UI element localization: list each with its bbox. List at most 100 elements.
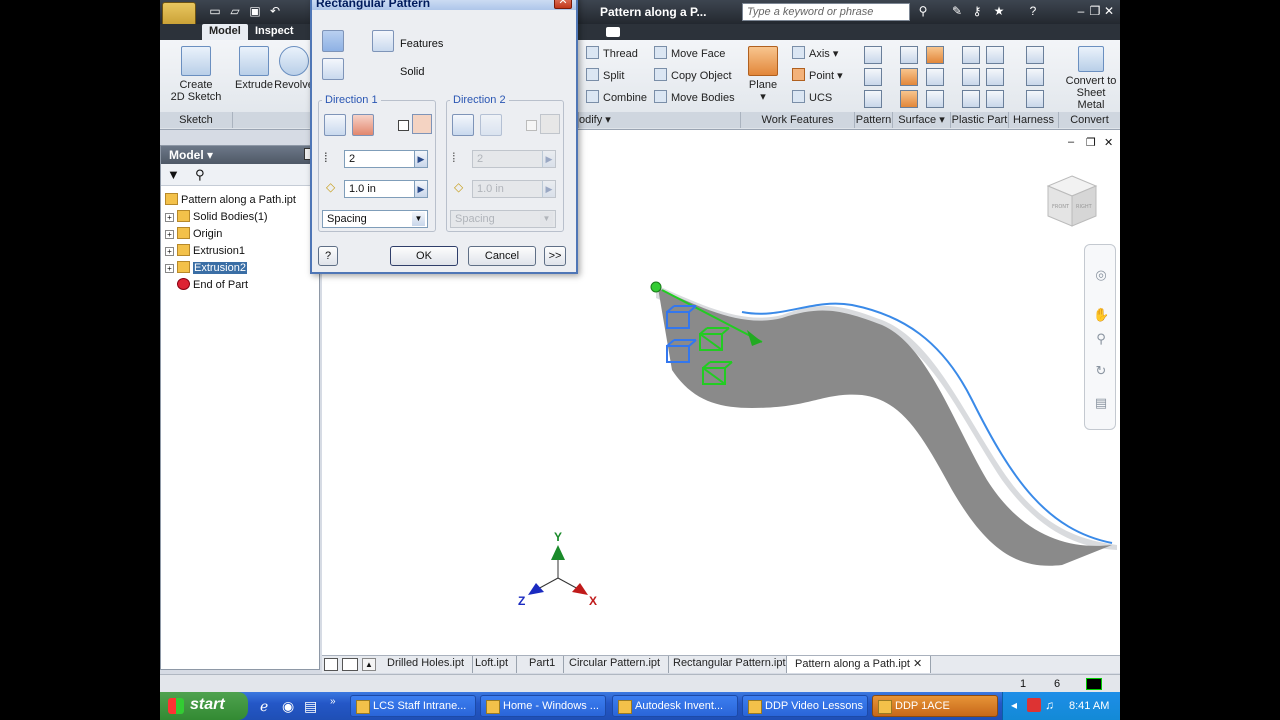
tree-node-origin[interactable]: + Origin [165,226,315,243]
taskbar-item-home[interactable]: Home - Windows ... [480,695,606,717]
favorites-star-icon[interactable]: ★ [992,4,1006,18]
thread-button[interactable]: Thread [586,46,638,64]
tree-node-extrusion2[interactable]: + Extrusion2 [165,260,315,277]
harness-icon-1[interactable] [1026,46,1044,64]
tray-volume-icon[interactable]: ♫ [1045,698,1054,712]
tile-view-icon[interactable] [324,658,338,671]
tray-security-icon[interactable] [1027,698,1041,712]
direction2-length-spin[interactable]: ▶ [542,181,555,197]
close-icon[interactable]: ✕ [1102,4,1116,18]
direction1-method-select[interactable]: Spacing ▼ [322,210,428,228]
convert-to-sheet-metal-button[interactable]: Convert to Sheet Metal [1062,46,1120,111]
surface-stitch-icon[interactable] [926,46,944,64]
path-start-point[interactable] [650,281,662,293]
tray-clock[interactable]: 8:41 AM [1069,700,1109,712]
dialog-titlebar[interactable]: Rectangular Pattern ✕ [312,0,576,10]
direction2-midplane-checkbox[interactable] [526,120,537,131]
plane-button[interactable]: Plane ▾ [744,46,782,103]
tools-icon[interactable]: ✎ [950,4,964,18]
expand-icon[interactable]: + [165,213,174,222]
tray-network-icon[interactable]: ◂ [1011,698,1017,712]
help-icon[interactable]: ? [1026,4,1040,18]
tree-node-part[interactable]: Pattern along a Path.ipt [165,192,315,209]
find-binoculars-icon[interactable]: ⚲ [195,167,205,183]
doc-tab-pattern-along-path[interactable]: Pattern along a Path.ipt ✕ [786,656,932,673]
more-options-button[interactable]: >> [544,246,566,266]
binoculars-icon[interactable]: ⚲ [916,4,930,18]
open-file-icon[interactable]: ▱ [228,4,242,18]
copy-object-button[interactable]: Copy Object [654,68,732,86]
help-button[interactable]: ? [318,246,338,266]
filter-icon[interactable]: ▼ [167,167,180,182]
rule-fillet-icon[interactable] [962,90,980,108]
key-icon[interactable]: ⚷ [970,4,984,18]
doc-tab-rectangular-pattern[interactable]: Rectangular Pattern.ipt [665,656,795,673]
quicklaunch-browser-icon[interactable]: ◉ [282,698,294,715]
tree-node-extrusion1[interactable]: + Extrusion1 [165,243,315,260]
harness-icon-2[interactable] [1026,68,1044,86]
doc-tab-drilled-holes[interactable]: Drilled Holes.ipt [379,656,474,673]
zoom-icon[interactable]: ⚲ [1093,331,1109,347]
ok-button[interactable]: OK [390,246,458,266]
patch-icon[interactable] [926,68,944,86]
quicklaunch-ie-icon[interactable]: ℯ [260,698,268,715]
point-button[interactable]: Point ▾ [792,68,843,86]
circular-pattern-icon[interactable] [864,68,882,86]
doc-tab-loft[interactable]: Loft.ipt [467,656,518,673]
pattern-features-mode-button[interactable] [322,30,344,52]
search-input[interactable]: Type a keyword or phrase [742,3,910,21]
direction1-flip-button[interactable] [352,114,374,136]
dialog-close-button[interactable]: ✕ [554,0,572,9]
modify-panel-label[interactable]: odify ▾ [578,112,740,128]
direction2-count-spin[interactable]: ▶ [542,151,555,167]
steering-wheel-icon[interactable]: ◎ [1093,267,1109,283]
features-select-button[interactable] [372,30,394,52]
move-face-button[interactable]: Move Face [654,46,725,64]
surface-panel-label[interactable]: Surface ▾ [892,112,950,128]
direction2-method-select[interactable]: Spacing ▼ [450,210,556,228]
snap-fit-icon[interactable] [986,68,1004,86]
tab-model[interactable]: Model [202,24,248,40]
combine-button[interactable]: Combine [586,90,647,108]
start-button[interactable]: start [160,692,248,720]
ribbon-options-icon[interactable] [606,27,620,37]
cascade-view-icon[interactable] [342,658,358,671]
taskbar-item-autodesk[interactable]: Autodesk Invent... [612,695,738,717]
thicken-icon[interactable] [900,46,918,64]
ucs-button[interactable]: UCS [792,90,832,108]
minimize-icon[interactable]: – [1074,4,1088,18]
direction1-midplane-checkbox[interactable] [398,120,409,131]
revolve-button[interactable]: Revolve [274,46,314,91]
tree-node-end-of-part[interactable]: End of Part [165,277,315,294]
axis-button[interactable]: Axis ▾ [792,46,838,64]
sculpt-icon[interactable] [900,68,918,86]
mirror-icon[interactable] [864,90,882,108]
pattern-solid-mode-button[interactable] [322,58,344,80]
look-at-icon[interactable]: ▤ [1093,395,1109,411]
doc-tab-circular-pattern[interactable]: Circular Pattern.ipt [561,656,670,673]
boss-icon[interactable] [986,46,1004,64]
doc-tab-part1[interactable]: Part1 [521,656,565,673]
solid-select-icon[interactable] [372,58,394,80]
tab-scroll-left-icon[interactable]: ▲ [362,658,376,671]
restore-icon[interactable]: ❐ [1088,4,1102,18]
cancel-button[interactable]: Cancel [468,246,536,266]
rectangular-pattern-icon[interactable] [864,46,882,64]
direction1-length-spin[interactable]: ▶ [414,181,427,197]
split-button[interactable]: Split [586,68,624,86]
move-bodies-button[interactable]: Move Bodies [654,90,735,108]
direction1-count-spin[interactable]: ▶ [414,151,427,167]
grill-icon[interactable] [962,46,980,64]
save-icon[interactable]: ▣ [248,4,262,18]
tree-node-solid-bodies[interactable]: + Solid Bodies(1) [165,209,315,226]
quicklaunch-more-icon[interactable]: » [330,696,336,707]
trim-icon[interactable] [900,90,918,108]
expand-icon[interactable]: + [165,264,174,273]
new-file-icon[interactable]: ▭ [208,4,222,18]
browser-header[interactable]: Model ▾ [161,146,319,164]
harness-icon-3[interactable] [1026,90,1044,108]
quicklaunch-folder-icon[interactable]: ▤ [304,698,317,715]
undo-icon[interactable]: ↶ [268,4,282,18]
taskbar-item-lcs[interactable]: LCS Staff Intrane... [350,695,476,717]
extrude-button[interactable]: Extrude [234,46,274,91]
